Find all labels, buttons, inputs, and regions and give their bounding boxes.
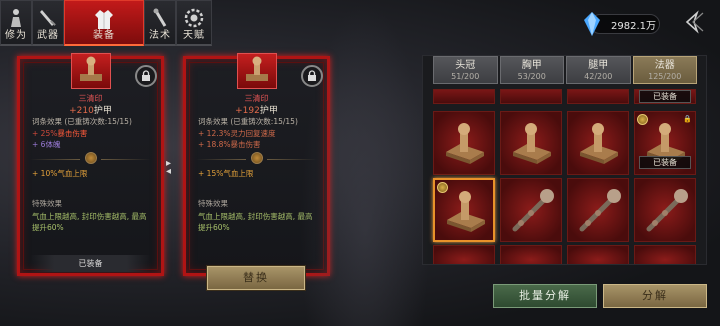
item-slot[interactable] <box>567 245 629 264</box>
item-slot[interactable] <box>634 178 696 242</box>
tab-cultivation[interactable]: 修为 <box>0 0 32 46</box>
item-slot[interactable] <box>433 245 495 264</box>
stat-line-1: + 25%暴击伤害 <box>32 129 87 138</box>
game-screen: 修为 武器 装备 法术 天赋 2982.1万 三清印 +210护甲 词条效果 (… <box>0 0 720 326</box>
stat-line-2: + 18.8%暴击伤害 <box>198 140 261 149</box>
special-description: 气血上限越高, 封印伤害越高, 最高提升60% <box>198 212 313 232</box>
armor-value: +192 <box>235 106 260 116</box>
inventory-tabs: 头冠 51/200 胸甲 53/200 腿甲 42/200 法器 125/200 <box>433 56 697 84</box>
armor-label: 护甲 <box>93 106 112 116</box>
tab-talent[interactable]: 天赋 <box>176 0 212 46</box>
sword-icon <box>39 8 57 31</box>
category-tabs: 修为 武器 装备 法术 天赋 <box>0 0 212 48</box>
decompose-button[interactable]: 分解 <box>603 284 707 308</box>
equipped-badge: 已装备 <box>639 156 691 169</box>
tab-label: 天赋 <box>183 30 205 41</box>
item-slot[interactable] <box>500 178 562 242</box>
scepter-icon <box>579 189 621 232</box>
item-slot[interactable] <box>567 111 629 175</box>
currency-display: 2982.1万 <box>584 12 660 36</box>
compare-arrows-icon: ▸ ◂ <box>166 158 172 177</box>
item-slot[interactable] <box>567 178 629 242</box>
item-slot[interactable] <box>634 245 696 264</box>
gear-icon <box>184 8 204 31</box>
divider-ornament <box>196 152 317 166</box>
tab-label: 修为 <box>5 30 27 41</box>
tab-artifact[interactable]: 法器 125/200 <box>632 56 697 84</box>
stat-value: + 25% <box>32 129 58 138</box>
emblem-icon <box>84 152 97 164</box>
tab-weapon[interactable]: 武器 <box>32 0 64 46</box>
special-header: 特殊效果 <box>32 199 62 208</box>
item-slot[interactable] <box>500 111 562 175</box>
tab-title: 腿甲 <box>588 60 609 71</box>
stat-line-1: + 12.3%灵力回复速度 <box>198 129 276 138</box>
affix-header: 词条效果 (已重铸次数:15/15) <box>198 117 298 126</box>
tab-helmet[interactable]: 头冠 51/200 <box>433 56 498 84</box>
tab-chest[interactable]: 胸甲 53/200 <box>499 56 564 84</box>
replace-button[interactable]: 替换 <box>207 266 305 290</box>
seal-icon <box>447 191 485 232</box>
armor-label: 护甲 <box>259 106 278 116</box>
tab-title: 胸甲 <box>521 60 542 71</box>
item-slot-equipped[interactable]: 🔒 已装备 <box>634 111 696 175</box>
stat-line-2: + 6体魄 <box>32 140 61 149</box>
stat-label: 暴击伤害 <box>57 129 88 138</box>
tab-count: 51/200 <box>451 72 480 81</box>
armor-stat: +210护甲 <box>20 103 161 116</box>
figure-icon <box>8 8 24 31</box>
item-slot-selected[interactable] <box>433 178 495 242</box>
tab-count: 125/200 <box>648 72 682 81</box>
tab-title: 头冠 <box>455 60 476 71</box>
set-bonus: + 10%气血上限 <box>19 163 229 181</box>
divider-ornament <box>30 152 151 166</box>
equipped-item-card: 三清印 +210护甲 词条效果 (已重铸次数:15/15) + 25%暴击伤害 … <box>17 53 229 276</box>
batch-decompose-button[interactable]: 批量分解 <box>493 284 597 308</box>
tab-count: 42/200 <box>584 72 613 81</box>
item-icon <box>236 53 277 89</box>
special-description: 气血上限越高, 封印伤害越高, 最高提升60% <box>32 212 147 232</box>
blue-crystal-icon <box>584 12 600 36</box>
item-slot[interactable] <box>567 89 629 104</box>
lock-icon[interactable] <box>301 65 323 87</box>
tab-label: 武器 <box>37 30 59 41</box>
equipped-badge: 已装备 <box>639 90 691 103</box>
tab-spell[interactable]: 法术 <box>144 0 176 46</box>
tab-equipment[interactable]: 装备 <box>64 0 144 46</box>
item-slot[interactable] <box>500 89 562 104</box>
item-icon <box>70 53 111 89</box>
emblem-icon <box>250 152 263 164</box>
back-icon[interactable] <box>683 10 707 34</box>
item-slot[interactable] <box>500 245 562 264</box>
tab-legs[interactable]: 腿甲 42/200 <box>566 56 631 84</box>
item-slot[interactable] <box>433 111 495 175</box>
item-slot[interactable]: 已装备 <box>634 89 696 104</box>
seal-icon <box>580 123 618 164</box>
scepter-icon <box>646 189 688 232</box>
staff-icon <box>152 8 168 31</box>
robe-icon <box>93 8 115 33</box>
seal-icon <box>513 123 551 164</box>
armor-stat: +192护甲 <box>186 103 327 116</box>
tab-count: 53/200 <box>517 72 546 81</box>
item-slot[interactable] <box>433 89 495 104</box>
inventory-panel: 头冠 51/200 胸甲 53/200 腿甲 42/200 法器 125/200 已装备 <box>422 55 707 265</box>
equipped-label: 已装备 <box>30 255 151 272</box>
tab-title: 法器 <box>654 60 675 71</box>
special-header: 特殊效果 <box>198 199 228 208</box>
affix-header: 词条效果 (已重铸次数:15/15) <box>32 117 132 126</box>
tab-label: 法术 <box>149 30 171 41</box>
armor-value: +210 <box>69 106 94 116</box>
seal-icon <box>446 123 484 164</box>
scepter-icon <box>512 189 554 232</box>
currency-amount: 2982.1万 <box>611 20 656 32</box>
compared-item-card: 三清印 +192护甲 词条效果 (已重铸次数:15/15) + 12.3%灵力回… <box>183 53 395 276</box>
set-bonus: + 15%气血上限 <box>185 163 395 181</box>
lock-icon[interactable] <box>135 65 157 87</box>
